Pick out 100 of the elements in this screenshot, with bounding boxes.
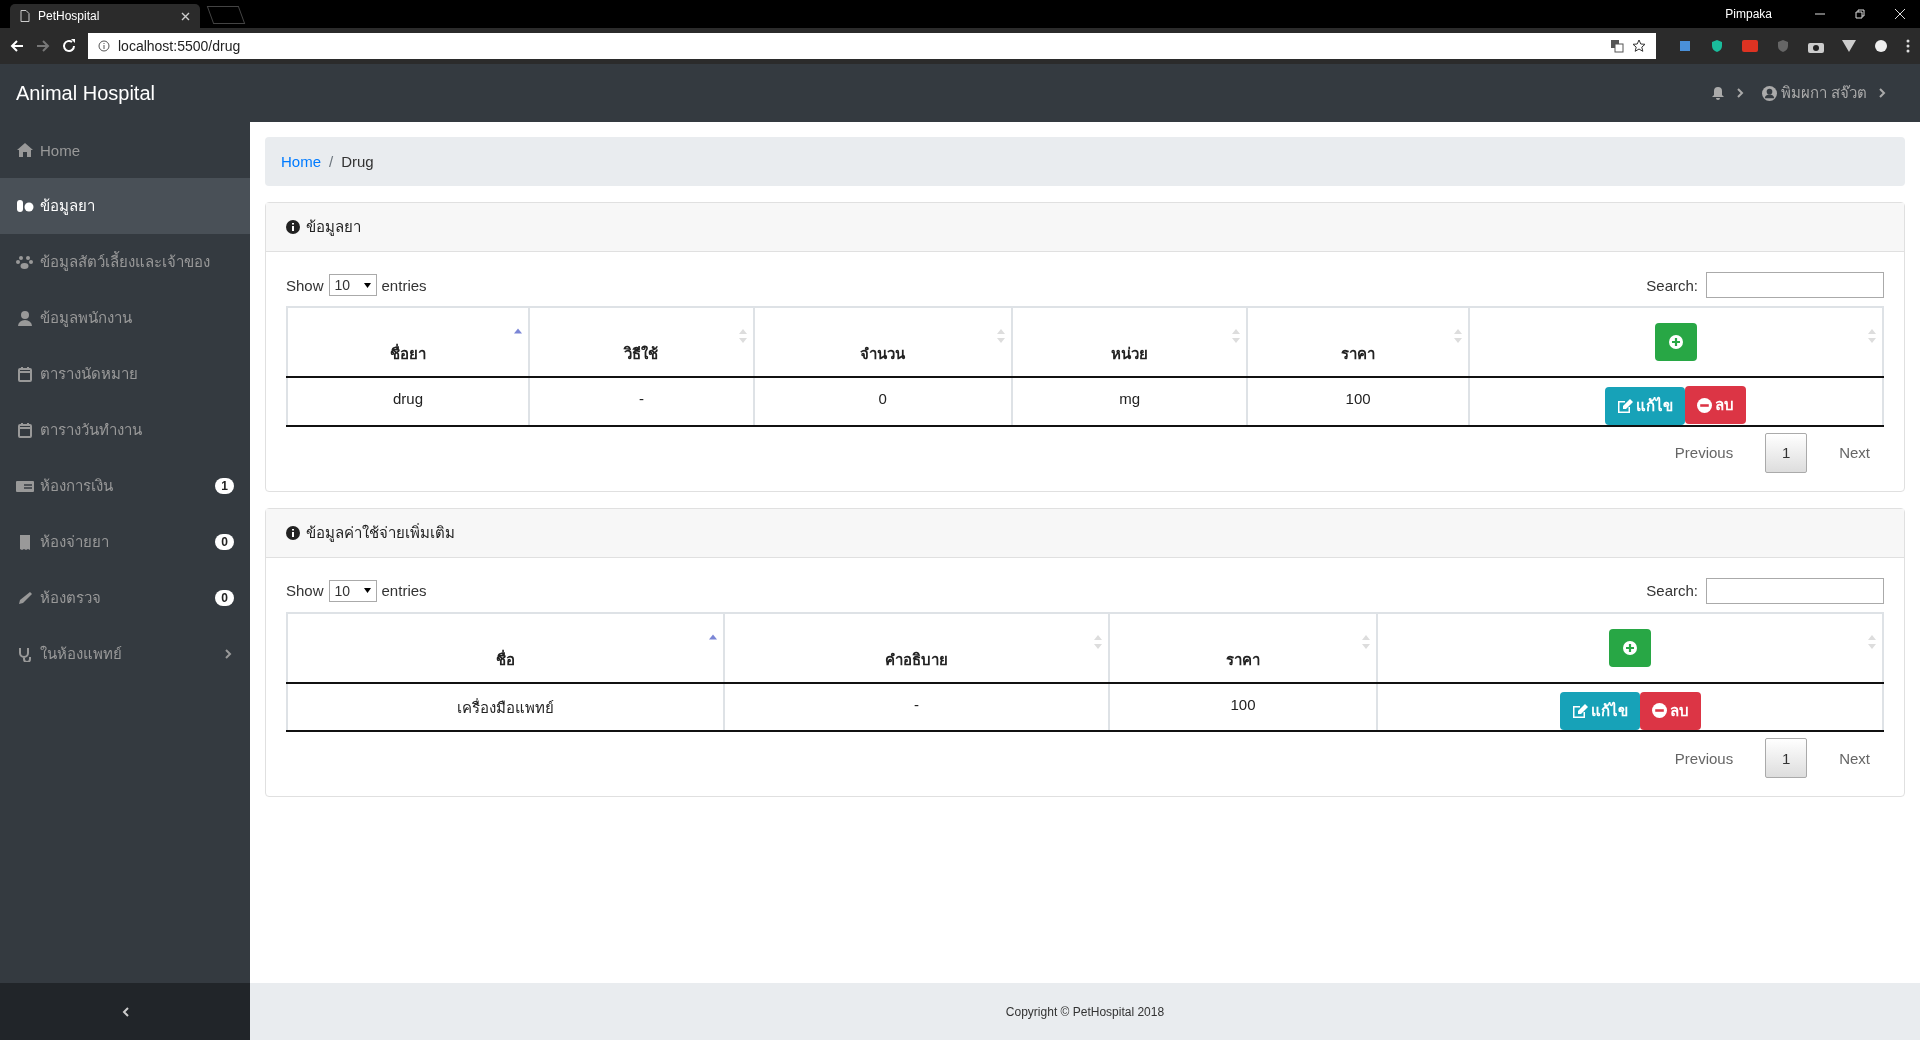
count-badge: 0 xyxy=(215,590,234,606)
sidebar-toggle-button[interactable] xyxy=(0,983,250,1040)
edit-icon xyxy=(1571,704,1588,718)
back-icon[interactable] xyxy=(10,39,24,53)
pills-icon xyxy=(16,198,34,214)
page-size-select[interactable]: 10 xyxy=(328,579,377,602)
calendar-icon xyxy=(16,366,34,382)
restore-icon[interactable] xyxy=(1854,8,1866,20)
table-cell: 0 xyxy=(753,377,1012,426)
sidebar-item[interactable]: ห้องตรวจ 0 xyxy=(0,570,250,626)
table-cell: - xyxy=(724,682,1109,731)
count-badge: 1 xyxy=(215,478,234,494)
card-title: ข้อมูลยา xyxy=(306,217,361,238)
table-cell: - xyxy=(529,377,754,426)
circle-icon[interactable] xyxy=(1874,39,1888,53)
delete-button[interactable]: ลบ xyxy=(1685,386,1747,424)
entries-label: entries xyxy=(381,276,427,294)
sidebar-item[interactable]: ตารางนัดหมาย xyxy=(0,346,250,402)
sidebar-item[interactable]: ห้องจ่ายยา 0 xyxy=(0,514,250,570)
shield-icon[interactable] xyxy=(1776,39,1790,53)
browser-tab[interactable]: PetHospital xyxy=(10,4,200,28)
column-header[interactable]: ราคา xyxy=(1247,307,1469,377)
calendar-icon xyxy=(16,422,34,438)
column-header[interactable]: ชื่อยา xyxy=(287,307,530,377)
sidebar-item[interactable]: ในห้องแพทย์ xyxy=(0,626,250,682)
breadcrumb-current: Drug xyxy=(341,153,374,170)
column-header[interactable]: หน่วย xyxy=(1011,307,1248,377)
caret-icon xyxy=(363,282,371,288)
page-icon xyxy=(20,10,30,22)
sidebar-item[interactable]: ข้อมูลสัตว์เลี้ยงและเจ้าของ xyxy=(0,234,250,290)
star-icon[interactable] xyxy=(1632,39,1646,53)
brand-title[interactable]: Animal Hospital xyxy=(16,81,155,105)
column-header[interactable]: วิธีใช้ xyxy=(529,307,754,377)
minus-circle-icon xyxy=(1697,397,1713,413)
search-label: Search: xyxy=(1646,582,1698,599)
show-label: Show xyxy=(286,582,324,599)
sort-icon xyxy=(1868,633,1876,650)
show-label: Show xyxy=(286,276,324,294)
search-field[interactable] xyxy=(1706,577,1884,604)
sidebar-item[interactable]: ห้องการเงิน 1 xyxy=(0,458,250,514)
user-icon xyxy=(16,310,34,326)
translate-icon[interactable] xyxy=(1610,39,1624,53)
add-button[interactable] xyxy=(1609,628,1651,667)
column-header[interactable]: ชื่อ xyxy=(287,612,725,683)
card-title: ข้อมูลค่าใช้จ่ายเพิ่มเติม xyxy=(306,522,455,544)
sidebar-item[interactable]: ข้อมูลพนักงาน xyxy=(0,290,250,346)
extension-icon[interactable] xyxy=(1678,39,1692,53)
count-badge: 0 xyxy=(215,534,234,550)
page-button[interactable]: 1 xyxy=(1765,738,1808,778)
page-button[interactable]: 1 xyxy=(1765,432,1808,473)
sidebar-item[interactable]: ข้อมูลยา xyxy=(0,178,250,234)
column-header[interactable]: ราคา xyxy=(1108,612,1378,683)
syringe-icon xyxy=(16,590,34,606)
reload-icon[interactable] xyxy=(62,39,76,53)
menu-icon[interactable] xyxy=(1906,39,1910,53)
info-icon xyxy=(286,525,300,540)
table-cell: 100 xyxy=(1247,377,1469,426)
previous-link[interactable]: Previous xyxy=(1660,749,1748,767)
search-field[interactable] xyxy=(1706,272,1884,298)
home-icon xyxy=(16,142,34,158)
delete-button[interactable]: ลบ xyxy=(1639,691,1701,730)
previous-link[interactable]: Previous xyxy=(1660,444,1748,461)
close-icon[interactable] xyxy=(1894,8,1906,20)
breadcrumb-separator: / xyxy=(329,153,334,170)
sort-icon xyxy=(1868,328,1876,344)
tab-title: PetHospital xyxy=(38,9,101,23)
table-cell: เครื่องมือแพทย์ xyxy=(287,682,725,731)
paw-icon xyxy=(16,254,34,270)
entries-label: entries xyxy=(381,582,427,599)
table-cell: 100 xyxy=(1108,682,1378,731)
address-bar[interactable]: localhost:5500/drug xyxy=(88,33,1656,59)
copyright-text: Copyright © PetHospital 2018 xyxy=(1005,1004,1165,1019)
info-icon xyxy=(286,220,300,234)
column-header[interactable]: จำนวน xyxy=(753,307,1012,377)
bell-icon[interactable] xyxy=(1710,85,1725,101)
chevron-right-icon[interactable] xyxy=(1736,88,1744,98)
next-link[interactable]: Next xyxy=(1825,749,1884,767)
page-size-select[interactable]: 10 xyxy=(328,274,377,296)
sidebar-item[interactable]: Home xyxy=(0,122,250,178)
search-label: Search: xyxy=(1646,276,1698,294)
profile-name[interactable]: Pimpaka xyxy=(1725,7,1772,21)
plus-circle-icon xyxy=(1623,640,1637,655)
caret-icon xyxy=(363,588,371,593)
shield-icon[interactable] xyxy=(1710,39,1724,53)
chevron-left-icon xyxy=(121,1006,129,1017)
user-icon xyxy=(1761,85,1777,101)
column-header[interactable]: คำอธิบาย xyxy=(724,612,1109,683)
info-icon xyxy=(98,40,110,52)
close-icon[interactable] xyxy=(181,11,190,21)
next-link[interactable]: Next xyxy=(1825,444,1884,461)
forward-icon[interactable] xyxy=(36,39,50,53)
plus-circle-icon xyxy=(1668,335,1683,349)
sidebar-item[interactable]: ตารางวันทำงาน xyxy=(0,402,250,458)
table-cell: mg xyxy=(1011,377,1248,426)
user-name[interactable]: พิมผกา สจ๊วต xyxy=(1780,81,1867,105)
edit-icon xyxy=(1617,398,1634,413)
add-button[interactable] xyxy=(1654,323,1697,361)
minus-circle-icon xyxy=(1651,703,1667,718)
chevron-right-icon[interactable] xyxy=(1879,88,1886,98)
table-cell: drug xyxy=(287,377,530,426)
